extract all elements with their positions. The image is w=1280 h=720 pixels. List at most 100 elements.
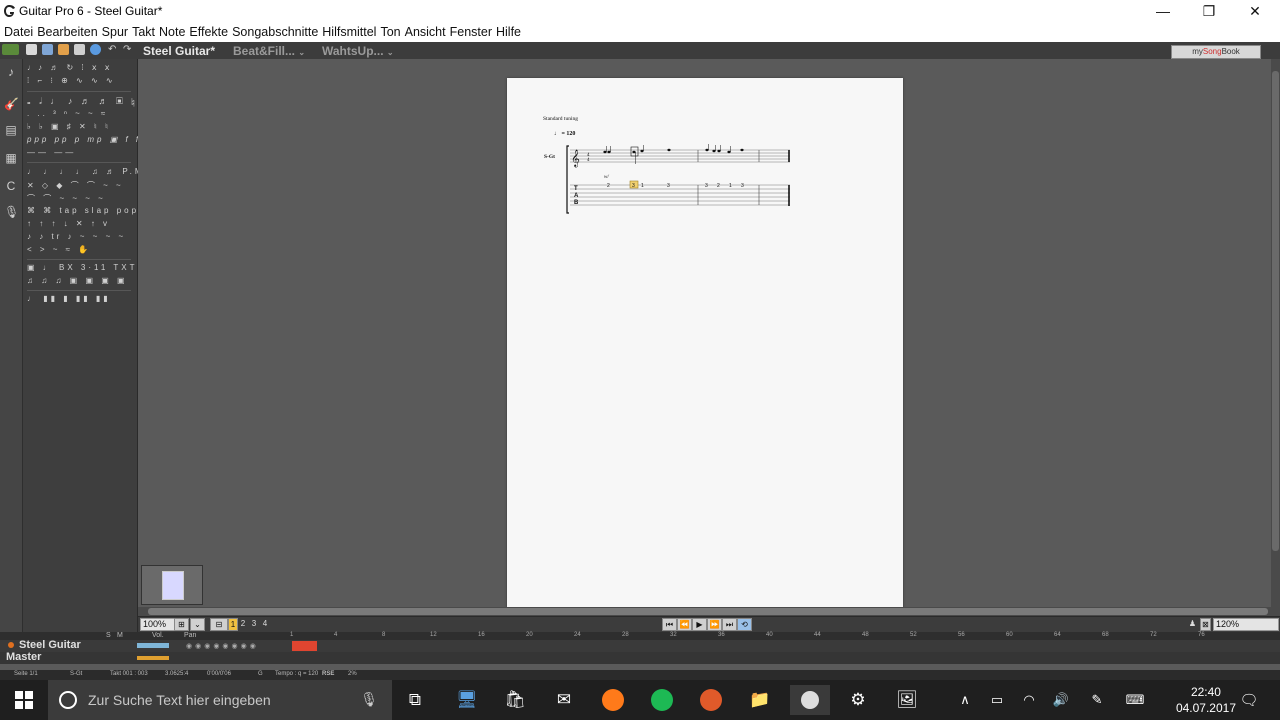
file-explorer-icon[interactable]: 📁 <box>745 685 775 715</box>
notifications-icon[interactable]: 🗨 <box>1234 685 1264 715</box>
system-clock[interactable]: 22:40 04.07.2017 <box>1176 684 1236 716</box>
rewind-icon[interactable]: ⏪ <box>677 618 692 631</box>
settings-icon[interactable]: ⚙ <box>843 685 873 715</box>
edition-palette-icon[interactable]: ♪ <box>4 65 18 79</box>
countin-icon[interactable]: ⊠ <box>1200 618 1211 631</box>
guitar-pro-taskbar-icon[interactable] <box>790 685 830 715</box>
menu-ton[interactable]: Ton <box>380 25 400 39</box>
menu-note[interactable]: Note <box>159 25 185 39</box>
microphone-icon[interactable]: 🎙 <box>360 691 378 708</box>
firefox-alt-icon[interactable] <box>696 685 726 715</box>
palette-row-sections[interactable]: ♫ ♫ ♫ ▣ ▣ ▣ ▣ <box>27 276 128 288</box>
first-bar-icon[interactable]: ⏮ <box>662 618 677 631</box>
palette-row-ornaments[interactable]: ♪ ♪ tr ♪ ~ ~ ~ ~ <box>27 232 126 244</box>
menu-fenster[interactable]: Fenster <box>450 25 492 39</box>
start-button[interactable] <box>0 680 48 720</box>
pen-icon[interactable]: ✎ <box>1082 685 1112 715</box>
page-navigator[interactable] <box>141 565 203 605</box>
zoom-select[interactable]: 100% <box>140 618 176 631</box>
save-icon[interactable] <box>58 44 69 55</box>
palette-row-hairpins[interactable]: —— —— <box>27 148 76 160</box>
palette-row-bars[interactable]: ♩♪ ♬ ↻ ⁞ ⅹ ⅹ <box>27 63 113 75</box>
menu-ansicht[interactable]: Ansicht <box>405 25 446 39</box>
forward-icon[interactable]: ⏩ <box>707 618 722 631</box>
keyboard-icon[interactable]: ▦ <box>4 151 18 165</box>
menu-datei[interactable]: Datei <box>4 25 33 39</box>
scroll-thumb[interactable] <box>1272 71 1279 551</box>
chord-icon[interactable]: C <box>4 179 18 193</box>
beat-marker-4[interactable]: 4 <box>261 618 269 629</box>
volume-slider[interactable] <box>137 643 169 648</box>
track-row-master[interactable]: Master <box>0 651 1280 664</box>
staff-notation[interactable]: 𝄞 4 4 T A B w/ 2 3 1 3 3 2 1 3 <box>507 78 903 278</box>
photos-icon[interactable]: 🖼 <box>892 685 922 715</box>
track-effects[interactable]: ◉◉◉◉◉◉◉◉ <box>186 642 276 650</box>
close-button[interactable]: ✕ <box>1232 0 1278 22</box>
scroll-thumb[interactable] <box>148 608 1268 615</box>
search-input[interactable]: Zur Suche Text hier eingeben 🎙 <box>48 680 392 720</box>
gp-logo-icon[interactable] <box>2 44 19 55</box>
guitar-icon[interactable]: 🎸 <box>4 97 19 111</box>
loop-icon[interactable]: ⟲ <box>737 618 752 631</box>
menu-bearbeiten[interactable]: Bearbeiten <box>37 25 97 39</box>
battery-icon[interactable]: ▭ <box>982 685 1012 715</box>
palette-row-automation[interactable]: ♩ ▮▮ ▮ ▮▮ ▮▮ <box>27 294 111 306</box>
volume-icon[interactable]: 🔊 <box>1046 685 1076 715</box>
tab-beat-fill[interactable]: Beat&Fill... ⌄ <box>227 43 305 59</box>
palette-row-strokes[interactable]: ↑ ↑ ↑ ↓ ✕ ↑ v <box>27 219 110 231</box>
tab-wahtsup[interactable]: WahtsUp... ⌄ <box>316 43 394 59</box>
metronome-icon[interactable]: ♟ <box>1188 618 1197 629</box>
new-file-icon[interactable] <box>26 44 37 55</box>
mysongbook-button[interactable]: mySongBook <box>1171 45 1261 59</box>
bar-block[interactable] <box>292 641 317 651</box>
last-bar-icon[interactable]: ⏭ <box>722 618 737 631</box>
palette-row-notes-effects[interactable]: ♩ ♩ ♩ ♩ ♫ ♬ P.M. <box>27 167 150 179</box>
page-thumbnail[interactable] <box>162 571 184 600</box>
mail-icon[interactable]: ✉ <box>549 685 579 715</box>
this-pc-icon[interactable]: 🖥 <box>452 685 482 715</box>
menu-spur[interactable]: Spur <box>102 25 128 39</box>
bar-timeline[interactable]: 1 4 8 12 16 20 24 28 32 36 40 44 48 52 56 60 64 68 72 76 <box>290 632 1280 640</box>
task-view-icon[interactable]: ⧉ <box>400 685 430 715</box>
score-page[interactable]: Standard tuning ♩ = 120 S-Gt 𝄞 4 4 T A B… <box>507 78 903 608</box>
speed-select[interactable]: 120% <box>1213 618 1279 631</box>
spotify-icon[interactable] <box>647 685 677 715</box>
track-row-steel-guitar[interactable]: Steel Guitar ◉◉◉◉◉◉◉◉ <box>0 639 1280 652</box>
master-volume-slider[interactable] <box>137 656 169 660</box>
menu-hilfe[interactable]: Hilfe <box>496 25 521 39</box>
chevron-up-icon[interactable]: ∧ <box>950 685 980 715</box>
wifi-icon[interactable]: ◠ <box>1014 685 1044 715</box>
beat-marker-2[interactable]: 2 <box>239 618 247 629</box>
play-icon[interactable]: ▶ <box>692 618 707 631</box>
palette-row-accidentals[interactable]: ♭ ♭ ▣ ♯ ✕ ♮ ♮ <box>27 122 111 134</box>
menu-songabschnitte[interactable]: Songabschnitte <box>232 25 318 39</box>
undo-icon[interactable]: ↶ <box>108 44 119 55</box>
info-icon[interactable] <box>90 44 101 55</box>
open-file-icon[interactable] <box>42 44 53 55</box>
view-mode-button[interactable]: ⌄ <box>190 618 205 631</box>
fretboard-icon[interactable]: ▤ <box>4 123 18 137</box>
vertical-scrollbar[interactable] <box>1271 59 1280 607</box>
palette-row-tuplets[interactable]: . .. ³ ⁿ ~ ~ ≈ <box>27 109 108 121</box>
page-view-button[interactable]: ⊞ <box>174 618 189 631</box>
menu-takt[interactable]: Takt <box>132 25 155 39</box>
palette-row-bends[interactable]: < > ~ ≈ ✋ <box>27 245 91 257</box>
minimize-button[interactable]: — <box>1140 0 1186 22</box>
palette-row-durations[interactable]: 𝅝 𝅗𝅥 ♩ ♪ ♬ ♬ ▣ ♮ <box>27 96 138 108</box>
layout-button[interactable]: ⊟ <box>210 618 228 631</box>
microphone-icon[interactable]: 🎙 <box>4 205 19 219</box>
menu-effekte[interactable]: Effekte <box>189 25 228 39</box>
horizontal-scrollbar[interactable] <box>138 607 1280 616</box>
print-icon[interactable] <box>74 44 85 55</box>
beat-marker-1[interactable]: 1 <box>228 618 238 631</box>
store-icon[interactable]: 🛍 <box>500 685 530 715</box>
palette-row-articulations[interactable]: ✕ ◇ ◆ ⌒ ⌒ ~ ~ <box>27 180 124 192</box>
beat-marker-3[interactable]: 3 <box>250 618 258 629</box>
maximize-button[interactable]: ❐ <box>1186 0 1232 22</box>
tab-steel-guitar[interactable]: Steel Guitar* <box>137 43 215 59</box>
redo-icon[interactable]: ↷ <box>123 44 134 55</box>
keyboard-icon[interactable]: ⌨ <box>1120 685 1150 715</box>
firefox-icon[interactable] <box>598 685 628 715</box>
palette-row-repeats[interactable]: ⁞ ⌐ ⁝ ⊕ ∿ ∿ ∿ <box>27 76 116 88</box>
menu-hilfsmittel[interactable]: Hilfsmittel <box>322 25 376 39</box>
